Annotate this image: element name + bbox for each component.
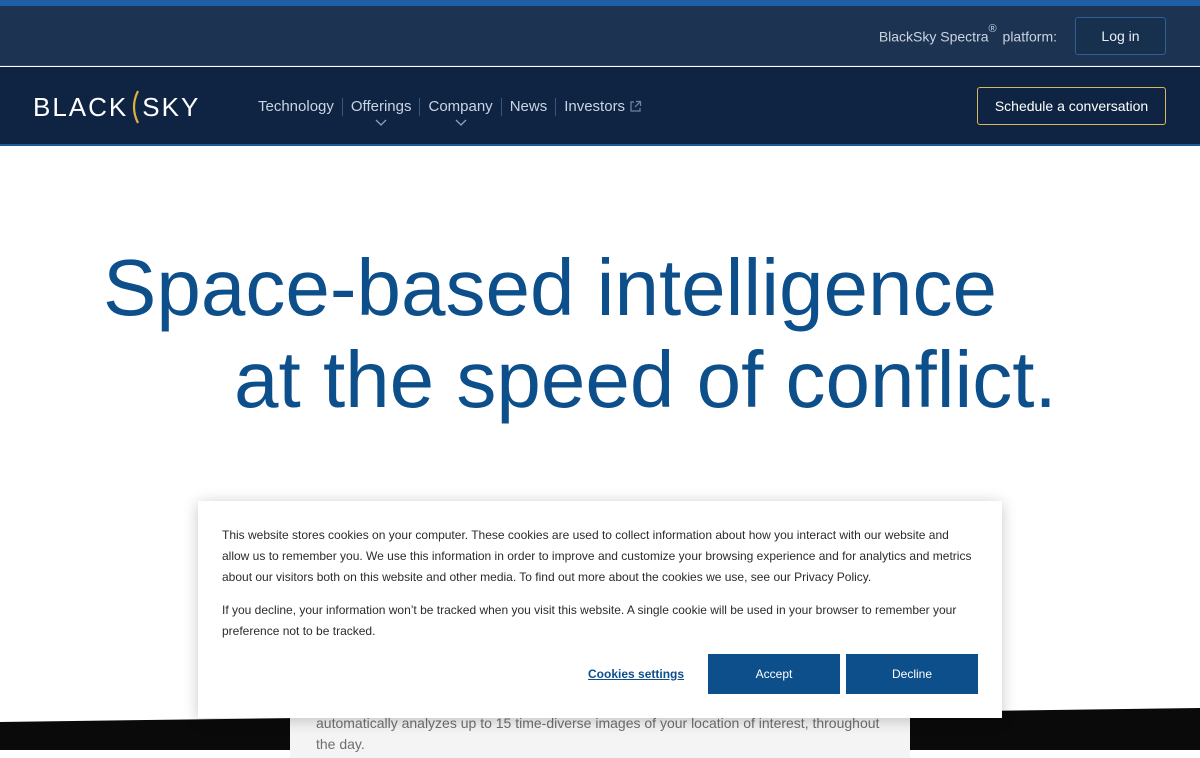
nav-links: Technology Offerings Company News Invest… — [258, 67, 650, 146]
utility-bar: BlackSky Spectra® platform: Log in — [0, 6, 1200, 66]
main-navigation: BLACK SKY Technology Offerings Company N… — [0, 67, 1200, 146]
cookie-text-primary: This website stores cookies on your comp… — [222, 528, 972, 584]
logo-arc-icon — [133, 90, 140, 124]
content-paragraph: automatically analyzes up to 15 time-div… — [316, 715, 880, 752]
platform-label: BlackSky Spectra® platform: — [878, 22, 1057, 45]
schedule-conversation-button[interactable]: Schedule a conversation — [977, 87, 1166, 125]
nav-item-label: Offerings — [350, 98, 412, 115]
hero-headline-line2: at the speed of conflict. — [234, 335, 1057, 424]
cookie-consent-banner: This website stores cookies on your comp… — [198, 501, 1002, 718]
nav-item-label: Company — [428, 98, 493, 115]
nav-item-technology[interactable]: Technology — [258, 67, 342, 146]
registered-mark: ® — [988, 22, 997, 35]
chevron-down-icon — [375, 119, 387, 126]
cookie-actions: Cookies settings Accept Decline — [198, 654, 1002, 694]
hero-headline-line1: Space-based intelligence — [103, 243, 997, 332]
decline-cookies-button[interactable]: Decline — [846, 654, 978, 694]
logo-text-left: BLACK — [33, 91, 129, 122]
nav-item-investors[interactable]: Investors — [556, 67, 650, 146]
external-link-icon — [630, 100, 642, 112]
chevron-down-icon — [455, 119, 467, 126]
logo-text-right: SKY — [142, 91, 201, 122]
accept-cookies-button[interactable]: Accept — [708, 654, 840, 694]
nav-item-news[interactable]: News — [502, 67, 556, 146]
login-button[interactable]: Log in — [1075, 16, 1166, 55]
cookie-text-secondary: If you decline, your information won’t b… — [222, 603, 957, 638]
nav-item-label: Investors — [564, 98, 626, 115]
nav-item-label: Technology — [258, 98, 334, 115]
nav-item-label: News — [509, 98, 548, 115]
cookies-settings-link[interactable]: Cookies settings — [588, 654, 684, 694]
nav-item-offerings[interactable]: Offerings — [343, 67, 420, 146]
nav-item-company[interactable]: Company — [420, 67, 500, 146]
blacksky-logo[interactable]: BLACK SKY — [33, 89, 200, 125]
